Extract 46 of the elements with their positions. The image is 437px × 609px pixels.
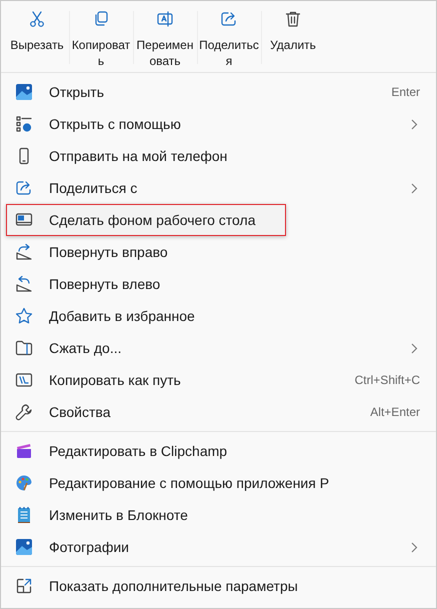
share-icon bbox=[15, 179, 33, 197]
menu-item[interactable]: Поделиться с bbox=[6, 172, 431, 204]
menu-item[interactable]: Добавить в избранное bbox=[6, 300, 431, 332]
menu-item[interactable]: Повернуть вправо bbox=[6, 236, 431, 268]
scissors-icon bbox=[28, 10, 46, 28]
menu-item[interactable]: Сжать до... bbox=[6, 332, 431, 364]
shortcut-label: Ctrl+Shift+C bbox=[354, 373, 420, 387]
menu-item[interactable]: Повернуть влево bbox=[6, 268, 431, 300]
star-icon bbox=[15, 307, 33, 325]
notepad-icon bbox=[15, 506, 33, 524]
menu-item[interactable]: Свойства Alt+Enter bbox=[6, 396, 431, 428]
toolbar-button[interactable]: Вырезать bbox=[5, 5, 69, 72]
rotate-right-icon bbox=[15, 243, 33, 261]
rotate-left-icon bbox=[15, 275, 33, 293]
chevron-right-icon bbox=[411, 182, 418, 194]
app-list-icon bbox=[15, 115, 33, 133]
chevron-right-icon bbox=[411, 342, 418, 354]
menu-item[interactable]: Изменить в Блокноте bbox=[6, 499, 431, 531]
shortcut-label: Alt+Enter bbox=[370, 405, 420, 419]
rename-icon bbox=[156, 10, 174, 28]
path-icon bbox=[15, 371, 33, 389]
toolbar-button[interactable]: Переименовать bbox=[133, 5, 197, 72]
chevron-right-icon bbox=[411, 118, 418, 130]
toolbar-button[interactable]: Копировать bbox=[69, 5, 133, 72]
menu-item[interactable]: Показать дополнительные параметры bbox=[6, 570, 431, 602]
chevron-right-icon bbox=[411, 542, 418, 552]
share-icon bbox=[220, 10, 238, 28]
menu-item[interactable]: Редактировать в Clipchamp bbox=[6, 435, 431, 467]
menu-item[interactable]: Сделать фоном рабочего стола bbox=[6, 204, 286, 236]
image-icon bbox=[15, 83, 33, 101]
menu-item[interactable]: Открыть с помощью bbox=[6, 108, 431, 140]
palette-icon bbox=[15, 474, 33, 492]
menu-item[interactable]: Открыть Enter bbox=[6, 76, 431, 108]
trash-icon bbox=[284, 10, 302, 28]
menu-item[interactable]: Копировать как путь Ctrl+Shift+C bbox=[6, 364, 431, 396]
image-icon bbox=[15, 538, 33, 556]
toolbar-button[interactable]: Удалить bbox=[261, 5, 325, 72]
wrench-icon bbox=[15, 403, 33, 421]
zip-folder-icon bbox=[15, 339, 33, 357]
clapperboard-icon bbox=[15, 442, 33, 460]
menu-item[interactable]: Фотографии bbox=[6, 531, 431, 563]
expand-icon bbox=[15, 577, 33, 595]
shortcut-label: Enter bbox=[391, 85, 420, 99]
menu-item[interactable]: Редактирование с помощью приложения P bbox=[6, 467, 431, 499]
toolbar-button[interactable]: Поделиться bbox=[197, 5, 261, 72]
menu-item[interactable]: Отправить на мой телефон bbox=[6, 140, 431, 172]
